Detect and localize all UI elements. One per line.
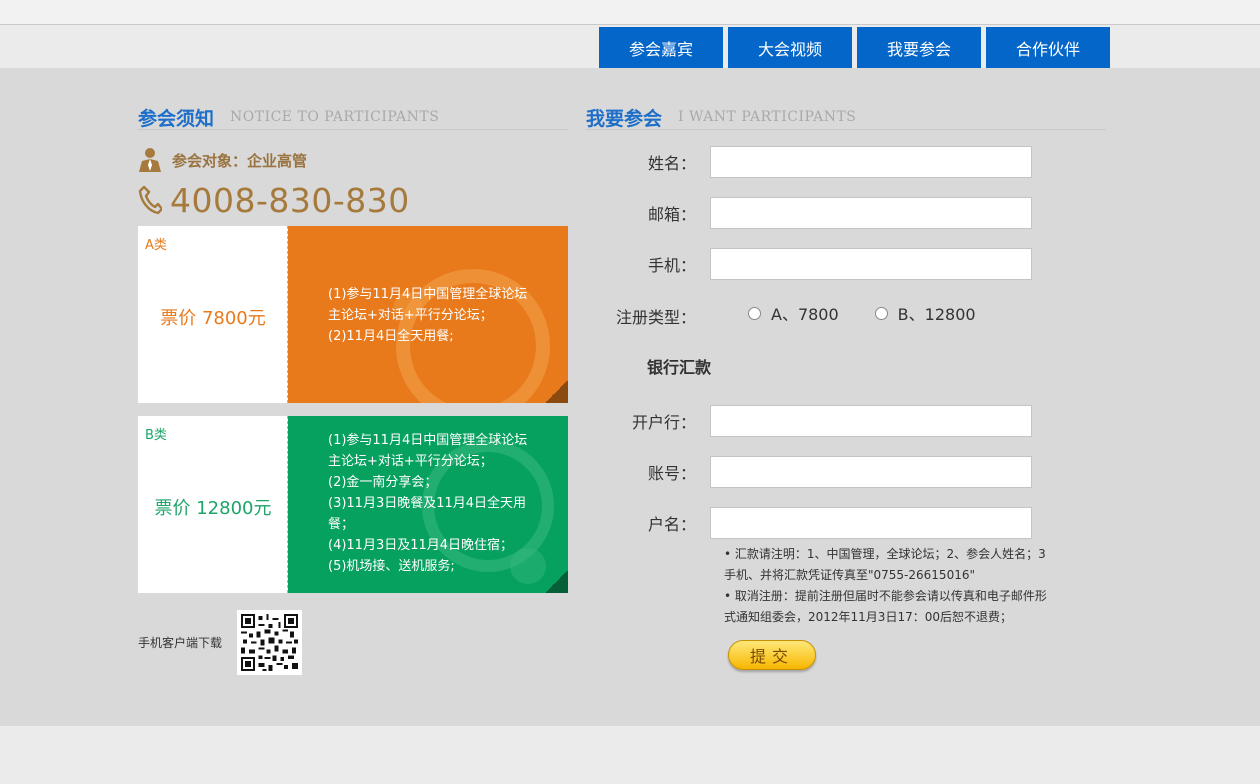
ticket-a-desc-line: (1)参与11月4日中国管理全球论坛主论坛+对话+平行分论坛； [328, 287, 528, 323]
top-strip [0, 0, 1260, 25]
account-label: 账号： [647, 464, 696, 483]
main-content: 参会须知 NOTICE TO PARTICIPANTS 参会对象：企业高管 40… [0, 68, 1260, 726]
account-input[interactable] [710, 456, 1032, 488]
ticket-b-desc-line: (3)11月3日晚餐及11月4日全天用餐； [328, 496, 527, 532]
type-a-radio[interactable] [748, 306, 761, 320]
participant-target: 参会对象：企业高管 [138, 146, 307, 174]
notice-title-cn: 参会须知 [138, 108, 215, 130]
ticket-a-class: A类 [145, 238, 167, 253]
bank-input[interactable] [710, 405, 1032, 437]
notice-title-en: NOTICE TO PARTICIPANTS [230, 109, 440, 125]
email-input[interactable] [710, 197, 1032, 229]
ticket-b-body: (1)参与11月4日中国管理全球论坛主论坛+对话+平行分论坛； (2)金一南分享… [288, 416, 568, 593]
person-icon [139, 148, 161, 172]
ticket-a: A类 票价 7800元 (1)参与11月4日中国管理全球论坛主论坛+对话+平行分… [138, 226, 568, 403]
register-title-en: I WANT PARTICIPANTS [678, 109, 857, 125]
name-input[interactable] [710, 146, 1032, 178]
cancellation-note: • 取消注册：提前注册但届时不能参会请以传真和电子邮件形式通知组委会，2012年… [724, 589, 1047, 624]
type-b-label: B、12800 [897, 305, 976, 324]
ticket-b-desc-line: (5)机场接、送机服务; [328, 559, 455, 574]
type-row: 注册类型： A、7800 B、12800 [600, 300, 996, 327]
email-label: 邮箱： [647, 205, 696, 224]
nav-item-partners[interactable]: 合作伙伴 [986, 27, 1110, 68]
mobile-input[interactable] [710, 248, 1032, 280]
ticket-b-desc: (1)参与11月4日中国管理全球论坛主论坛+对话+平行分论坛； (2)金一南分享… [328, 430, 538, 577]
account-row: 账号： [600, 456, 1032, 488]
holder-input[interactable] [710, 507, 1032, 539]
ticket-a-desc-line: (2)11月4日全天用餐; [328, 329, 454, 344]
ticket-a-body: (1)参与11月4日中国管理全球论坛主论坛+对话+平行分论坛； (2)11月4日… [288, 226, 568, 403]
mobile-row: 手机： [600, 248, 1032, 280]
holder-row: 户名： [600, 507, 1032, 539]
bank-label: 开户行： [631, 413, 696, 432]
page-fold [546, 569, 568, 593]
nav-item-guests[interactable]: 参会嘉宾 [599, 27, 723, 68]
ticket-b: B类 票价 12800元 (1)参与11月4日中国管理全球论坛主论坛+对话+平行… [138, 416, 568, 593]
bank-row: 开户行： [600, 405, 1032, 437]
hotline-number: 4008-830-830 [170, 180, 410, 220]
page-fold [546, 379, 568, 403]
ticket-b-stub: B类 票价 12800元 [138, 416, 288, 593]
ticket-a-desc: (1)参与11月4日中国管理全球论坛主论坛+对话+平行分论坛； (2)11月4日… [328, 284, 538, 347]
mobile-label: 手机： [647, 256, 696, 275]
type-a-label: A、7800 [771, 305, 839, 324]
ticket-a-stub: A类 票价 7800元 [138, 226, 288, 403]
register-title-cn: 我要参会 [586, 108, 663, 130]
nav-item-register[interactable]: 我要参会 [857, 27, 981, 68]
holder-label: 户名： [647, 515, 696, 534]
email-row: 邮箱： [600, 197, 1032, 229]
ticket-a-price: 票价 7800元 [160, 308, 266, 329]
type-b-radio[interactable] [874, 306, 888, 320]
bank-transfer-title: 银行汇款 [647, 358, 712, 377]
footer [0, 726, 1260, 784]
submit-button[interactable]: 提交 [728, 640, 816, 670]
phone-icon [138, 185, 162, 215]
payment-note: • 汇款请注明：1、中国管理，全球论坛；2、参会人姓名；3手机、并将汇款凭证传真… [724, 547, 1046, 582]
name-row: 姓名： [600, 146, 1032, 178]
qr-code-icon[interactable] [237, 610, 302, 675]
name-label: 姓名： [647, 154, 696, 173]
nav-item-videos[interactable]: 大会视频 [728, 27, 852, 68]
main-nav: 参会嘉宾 大会视频 我要参会 合作伙伴 [599, 27, 1110, 68]
qr-label: 手机客户端下载 [138, 636, 223, 650]
ticket-b-desc-line: (1)参与11月4日中国管理全球论坛主论坛+对话+平行分论坛； [328, 433, 528, 469]
ticket-b-desc-line: (4)11月3日及11月4日晚住宿； [328, 538, 514, 553]
register-section-title: 我要参会 I WANT PARTICIPANTS [586, 106, 1106, 130]
notice-section-title: 参会须知 NOTICE TO PARTICIPANTS [138, 106, 568, 130]
hotline: 4008-830-830 [138, 180, 410, 220]
ticket-b-price: 票价 12800元 [154, 498, 272, 519]
type-label: 注册类型： [615, 308, 696, 327]
participant-target-text: 参会对象：企业高管 [172, 151, 308, 170]
ticket-b-desc-line: (2)金一南分享会； [328, 475, 438, 490]
ticket-b-class: B类 [145, 428, 167, 443]
payment-notes: • 汇款请注明：1、中国管理，全球论坛；2、参会人姓名；3手机、并将汇款凭证传真… [724, 544, 1054, 628]
